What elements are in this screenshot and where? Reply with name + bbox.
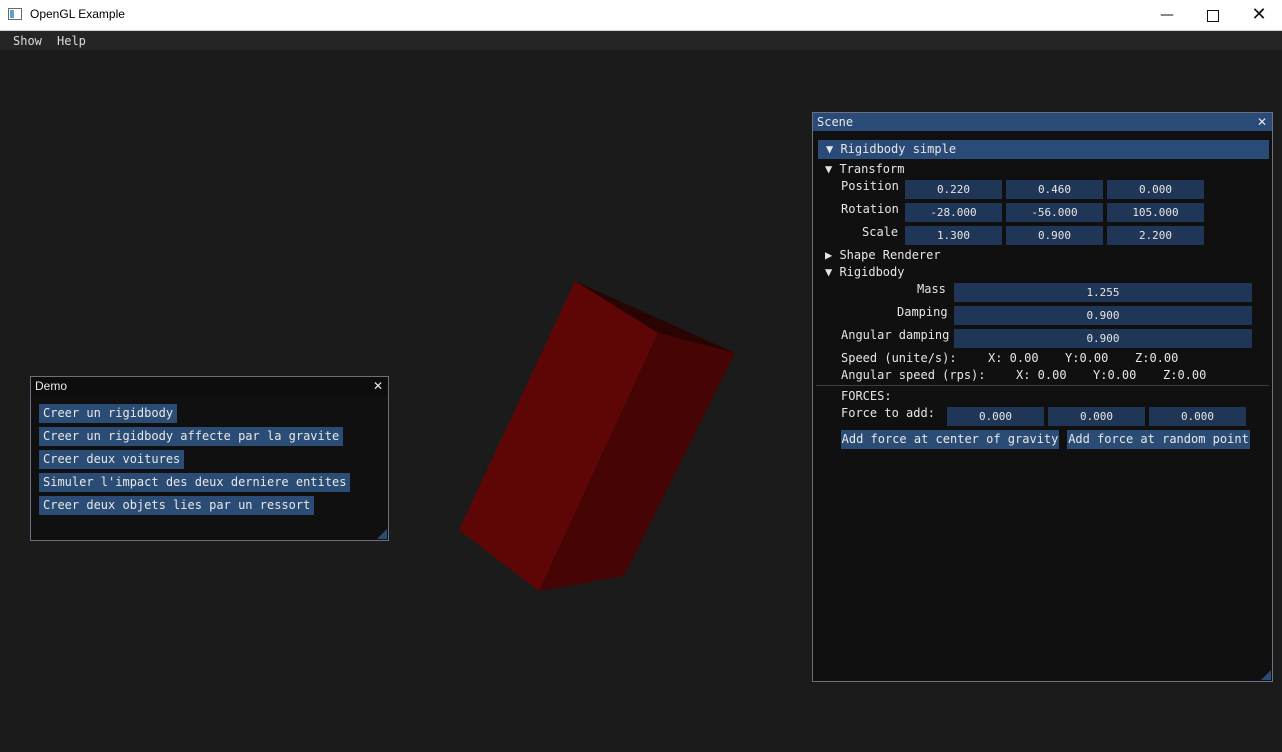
app-icon [8,8,22,20]
create-two-cars-button[interactable]: Creer deux voitures [39,450,185,469]
menu-help[interactable]: Help [57,34,86,48]
shape-renderer-header[interactable]: ▶ Shape Renderer [825,248,941,262]
angular-speed-z: Z:0.00 [1163,368,1207,382]
angular-damping-label: Angular damping [841,328,950,342]
scene-window-titlebar[interactable]: Scene ✕ [813,113,1272,131]
main-menu-bar: Show Help [0,31,1282,50]
force-z-field[interactable]: 0.000 [1149,407,1246,426]
rigidbody-simple-header[interactable]: ▼ Rigidbody simple [818,140,1269,159]
create-spring-objects-button[interactable]: Creer deux objets lies par un ressort [39,496,315,515]
window-titlebar: OpenGL Example — ✕ [0,0,1282,31]
add-force-center-button[interactable]: Add force at center of gravity [841,430,1059,449]
scene-close-icon[interactable]: ✕ [1257,113,1267,131]
minimize-button[interactable]: — [1144,0,1190,30]
scale-z-field[interactable]: 2.200 [1107,226,1204,245]
resize-grip[interactable] [377,529,387,539]
scale-label: Scale [862,225,899,239]
position-label: Position [841,179,899,193]
menu-show[interactable]: Show [13,34,42,48]
angular-speed-label: Angular speed (rps): [841,368,986,382]
separator [816,385,1269,386]
maximize-button[interactable] [1190,0,1236,30]
position-y-field[interactable]: 0.460 [1006,180,1103,199]
create-gravity-rigidbody-button[interactable]: Creer un rigidbody affecte par la gravit… [39,427,344,446]
force-y-field[interactable]: 0.000 [1048,407,1145,426]
damping-label: Damping [897,305,948,319]
scene-window-title: Scene [817,115,854,129]
scene-window[interactable]: Scene ✕ ▼ Rigidbody simple ▼ Transform P… [812,112,1273,682]
create-rigidbody-button[interactable]: Creer un rigidbody [39,404,178,423]
simulate-impact-button[interactable]: Simuler l'impact des deux derniere entit… [39,473,351,492]
position-x-field[interactable]: 0.220 [905,180,1002,199]
speed-z: Z:0.00 [1135,351,1179,365]
damping-field[interactable]: 0.900 [954,306,1252,325]
rotation-z-field[interactable]: 105.000 [1107,203,1204,222]
window-title: OpenGL Example [30,7,125,21]
scale-x-field[interactable]: 1.300 [905,226,1002,245]
speed-x: X: 0.00 [988,351,1039,365]
rotation-y-field[interactable]: -56.000 [1006,203,1103,222]
forces-header: FORCES: [841,389,892,403]
force-to-add-label: Force to add: [841,406,935,420]
object-header-label: ▼ Rigidbody simple [826,142,957,156]
speed-y: Y:0.00 [1065,351,1109,365]
speed-label: Speed (unite/s): [841,351,957,365]
angular-speed-x: X: 0.00 [1016,368,1067,382]
position-z-field[interactable]: 0.000 [1107,180,1204,199]
rigidbody-header[interactable]: ▼ Rigidbody [825,265,904,279]
demo-window[interactable]: Demo ✕ Creer un rigidbody Creer un rigid… [30,376,389,541]
demo-window-titlebar[interactable]: Demo ✕ [31,377,388,395]
scale-y-field[interactable]: 0.900 [1006,226,1103,245]
mass-label: Mass [917,282,946,296]
maximize-icon [1207,9,1219,22]
angular-speed-y: Y:0.00 [1093,368,1137,382]
resize-grip[interactable] [1261,670,1271,680]
close-window-button[interactable]: ✕ [1236,0,1282,30]
angular-damping-field[interactable]: 0.900 [954,329,1252,348]
transform-header[interactable]: ▼ Transform [825,162,904,176]
rotation-label: Rotation [841,202,899,216]
demo-close-icon[interactable]: ✕ [373,377,383,395]
rotation-x-field[interactable]: -28.000 [905,203,1002,222]
demo-window-title: Demo [35,379,68,393]
force-x-field[interactable]: 0.000 [947,407,1044,426]
add-force-random-button[interactable]: Add force at random point [1067,430,1250,449]
mass-field[interactable]: 1.255 [954,283,1252,302]
